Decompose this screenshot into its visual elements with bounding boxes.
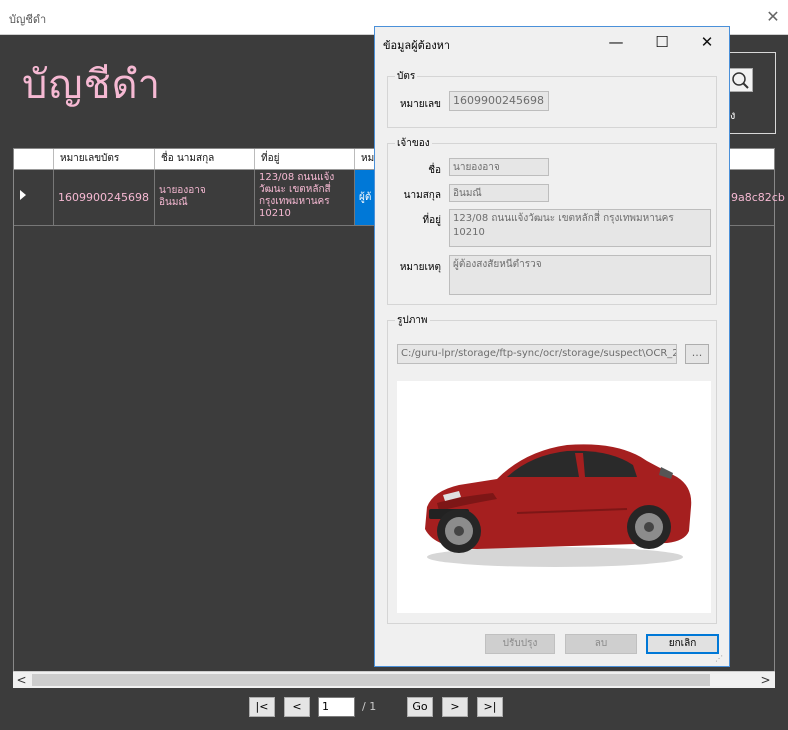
- search-icon: [732, 72, 749, 89]
- current-row-icon: [20, 190, 26, 200]
- update-button[interactable]: ปรับปรุง: [485, 634, 555, 654]
- first-name-field[interactable]: นายองอาจ: [449, 158, 549, 176]
- owner-group-label: เจ้าของ: [395, 136, 432, 151]
- window-title: บัญชีดำ: [9, 13, 47, 26]
- first-name-label: ชื่อ: [428, 165, 441, 176]
- page-number-input[interactable]: 1: [318, 697, 355, 717]
- scroll-left-button[interactable]: <: [13, 672, 30, 688]
- last-page-button[interactable]: >|: [477, 697, 503, 717]
- dialog-title: ข้อมูลผู้ต้องหา: [383, 39, 451, 52]
- card-group-label: บัตร: [395, 69, 418, 84]
- search-button[interactable]: [727, 68, 753, 92]
- maximize-button[interactable]: ☐: [639, 27, 685, 57]
- last-name-label: นามสกุล: [403, 190, 441, 201]
- cell-trailing-hash[interactable]: 9a8c82cb: [729, 170, 785, 225]
- last-name-field[interactable]: อินมณี: [449, 184, 549, 202]
- note-field[interactable]: ผู้ต้องสงสัยหนีตำรวจ: [449, 255, 711, 295]
- suspect-image: [397, 381, 711, 613]
- row-header-corner: [14, 149, 54, 169]
- address-label: ที่อยู่: [422, 215, 441, 226]
- minimize-button[interactable]: —: [593, 27, 639, 57]
- address-field[interactable]: 123/08 ถนนแจ้งวัฒนะ เขตหลักสี่ กรุงเทพมห…: [449, 209, 711, 247]
- cell-id-number[interactable]: 1609900245698: [54, 170, 155, 225]
- column-header-name[interactable]: ชื่อ นามสกุล: [155, 149, 255, 169]
- cell-name[interactable]: นายองอาจ อินมณี: [155, 170, 255, 225]
- prev-page-button[interactable]: <: [284, 697, 310, 717]
- id-number-field[interactable]: 1609900245698: [449, 91, 549, 111]
- window-close-button[interactable]: ✕: [762, 6, 784, 28]
- dialog-close-button[interactable]: ✕: [684, 27, 730, 57]
- column-header-id[interactable]: หมายเลขบัตร: [54, 149, 155, 169]
- note-label: หมายเหตุ: [399, 262, 441, 273]
- column-header-address[interactable]: ที่อยู่: [255, 149, 355, 169]
- delete-button[interactable]: ลบ: [565, 634, 637, 654]
- page-title: บัญชีดำ: [22, 62, 162, 108]
- horizontal-scrollbar[interactable]: < >: [13, 671, 775, 688]
- go-button[interactable]: Go: [407, 697, 433, 717]
- resize-grip-icon[interactable]: ⋰: [715, 654, 723, 663]
- cell-address[interactable]: 123/08 ถนนแจ้ง วัฒนะ เขตหลักสี่ กรุงเทพม…: [255, 170, 355, 225]
- next-page-button[interactable]: >: [442, 697, 468, 717]
- search-label: ง: [730, 109, 736, 122]
- page-total: / 1: [362, 700, 377, 713]
- suspect-info-dialog: ข้อมูลผู้ต้องหา — ☐ ✕ บัตร หมายเลข 16099…: [374, 26, 730, 667]
- id-number-label: หมายเลข: [399, 99, 441, 110]
- scroll-thumb[interactable]: [32, 674, 710, 686]
- row-selector[interactable]: [14, 170, 54, 225]
- browse-button[interactable]: ...: [685, 344, 709, 364]
- car-photo: [425, 444, 692, 567]
- first-page-button[interactable]: |<: [249, 697, 275, 717]
- cancel-button[interactable]: ยกเลิก: [646, 634, 719, 654]
- image-path-field[interactable]: C:/guru-lpr/storage/ftp-sync/ocr/storage…: [397, 344, 677, 364]
- scroll-right-button[interactable]: >: [757, 672, 774, 688]
- image-group-label: รูปภาพ: [395, 313, 430, 328]
